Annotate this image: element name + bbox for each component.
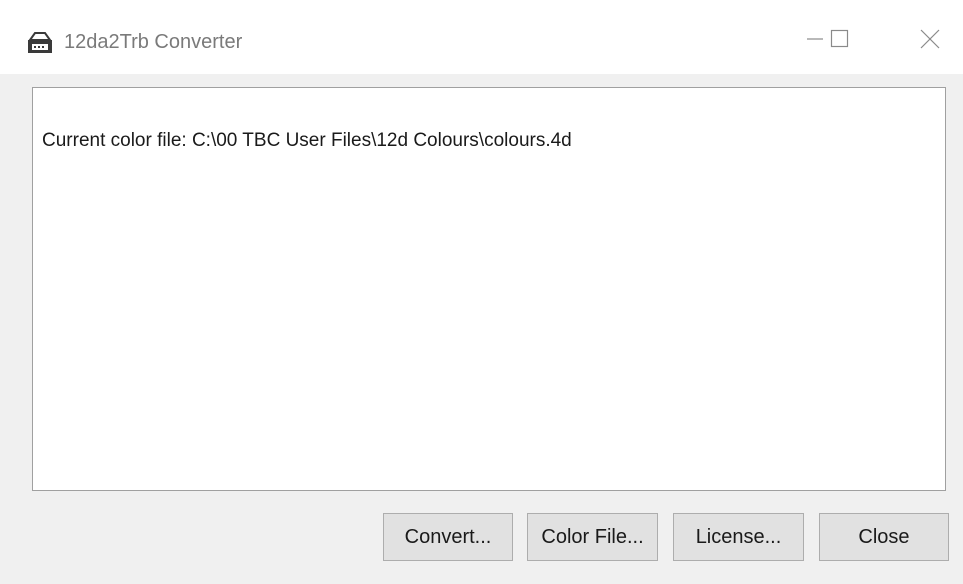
app-window: 12da2Trb Converter Current color file: C… bbox=[0, 0, 963, 584]
current-color-file-text: Current color file: C:\00 TBC User Files… bbox=[42, 130, 572, 151]
close-window-button[interactable] bbox=[907, 12, 953, 70]
title-bar[interactable]: 12da2Trb Converter bbox=[0, 12, 963, 74]
color-file-button[interactable]: Color File... bbox=[527, 513, 658, 561]
close-icon bbox=[919, 28, 941, 55]
maximize-button[interactable] bbox=[817, 12, 863, 70]
maximize-icon bbox=[829, 28, 851, 55]
output-textbox[interactable]: Current color file: C:\00 TBC User Files… bbox=[32, 87, 946, 491]
window-title: 12da2Trb Converter bbox=[64, 31, 243, 53]
close-button[interactable]: Close bbox=[819, 513, 949, 561]
app-icon bbox=[26, 29, 54, 55]
window-top-edge bbox=[0, 0, 963, 12]
license-button[interactable]: License... bbox=[673, 513, 804, 561]
convert-button[interactable]: Convert... bbox=[383, 513, 513, 561]
